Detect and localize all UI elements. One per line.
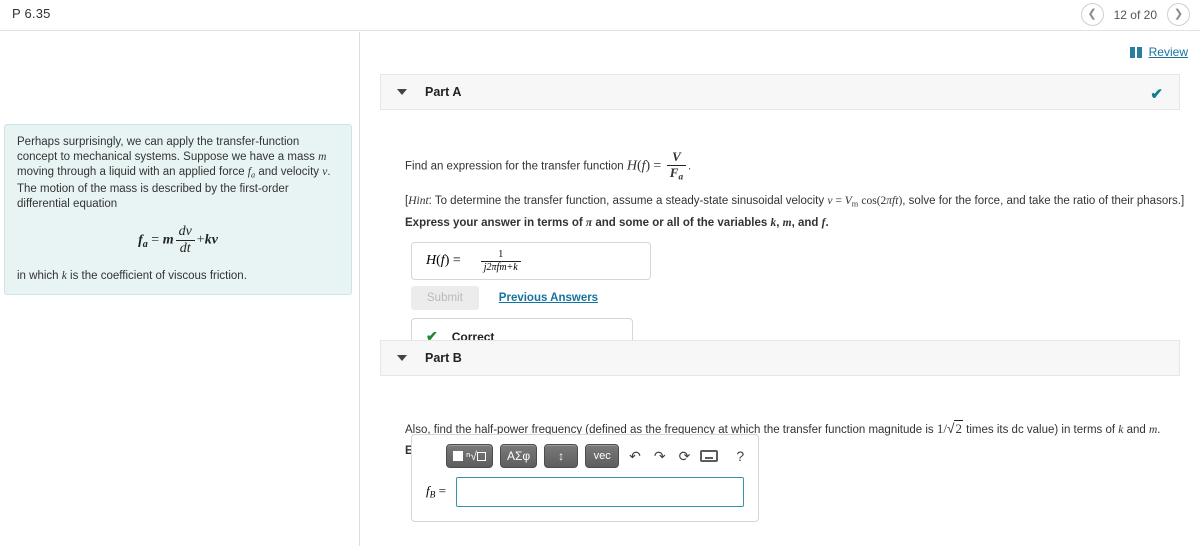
top-bar: P 6.35 ❮ 12 of 20 ❯ — [0, 0, 1200, 31]
chevron-right-icon: ❯ — [1173, 8, 1184, 20]
caret-down-icon[interactable] — [397, 355, 407, 361]
arrows-button[interactable]: ↕ — [544, 444, 579, 468]
part-a-submit-button[interactable]: Submit — [411, 286, 479, 310]
part-a-title: Part A — [425, 85, 462, 99]
book-icon — [1129, 46, 1143, 58]
part-b-answer-input[interactable] — [455, 477, 744, 507]
part-a-status-check-icon: ✔ — [1150, 86, 1163, 103]
undo-icon[interactable]: ↶ — [626, 449, 644, 463]
part-b-title: Part B — [425, 351, 462, 365]
review-link[interactable]: Review — [1149, 45, 1188, 59]
pager-label: 12 of 20 — [1113, 7, 1157, 22]
caret-down-icon[interactable] — [397, 89, 407, 95]
problem-panel: Perhaps surprisingly, we can apply the t… — [0, 32, 360, 546]
part-b-math-widget: ⁿ√ ΑΣφ ↕ vec ↶ ↷ ⟳ ? fB = — [411, 434, 759, 522]
part-a-instruction: Express your answer in terms of π and so… — [405, 217, 829, 229]
part-a-submit-row: Submit Previous Answers — [411, 286, 598, 310]
part-a-answer-value: 1 j2πfm+k — [480, 249, 521, 273]
pager: ❮ 12 of 20 ❯ — [1080, 3, 1190, 26]
problem-statement-card: Perhaps surprisingly, we can apply the t… — [4, 124, 352, 295]
part-a-prompt: Find an expression for the transfer func… — [405, 149, 692, 183]
answer-panel: Review Part A ✔ Find an expression for t… — [361, 32, 1200, 546]
chevron-left-icon: ❮ — [1087, 8, 1097, 20]
part-a-previous-answers-link[interactable]: Previous Answers — [499, 292, 598, 304]
problem-page: P 6.35 ❮ 12 of 20 ❯ Perhaps surprisingly… — [0, 0, 1200, 546]
math-toolbar: ⁿ√ ΑΣφ ↕ vec ↶ ↷ ⟳ ? — [446, 435, 758, 477]
part-b-answer-label: fB = — [426, 483, 446, 501]
part-b-answer-row: fB = — [412, 477, 758, 521]
reset-icon[interactable]: ⟳ — [676, 449, 694, 463]
part-a-header[interactable]: Part A ✔ — [380, 74, 1180, 110]
help-icon[interactable]: ? — [733, 449, 747, 463]
part-a-hint: [Hint: To determine the transfer functio… — [405, 195, 1185, 209]
keyboard-icon[interactable] — [700, 450, 719, 462]
problem-paragraph: Perhaps surprisingly, we can apply the t… — [17, 136, 331, 211]
previous-page-button[interactable]: ❮ — [1080, 3, 1104, 26]
template-icon[interactable]: ⁿ√ — [446, 444, 493, 468]
part-a-answer-label: H(f) = — [426, 253, 461, 268]
problem-tail: in which k is the coefficient of viscous… — [17, 269, 247, 282]
greek-symbols-button[interactable]: ΑΣφ — [499, 444, 538, 468]
problem-equation: fa = m dv dt +kv — [138, 224, 218, 256]
part-b-header[interactable]: Part B — [380, 340, 1180, 376]
redo-icon[interactable]: ↷ — [651, 449, 669, 463]
review-row: Review — [1129, 45, 1188, 59]
vector-button[interactable]: vec — [585, 444, 620, 468]
next-page-button[interactable]: ❯ — [1167, 3, 1190, 26]
part-a-answer-box: H(f) = 1 j2πfm+k — [411, 242, 651, 280]
page-title: P 6.35 — [12, 6, 51, 21]
